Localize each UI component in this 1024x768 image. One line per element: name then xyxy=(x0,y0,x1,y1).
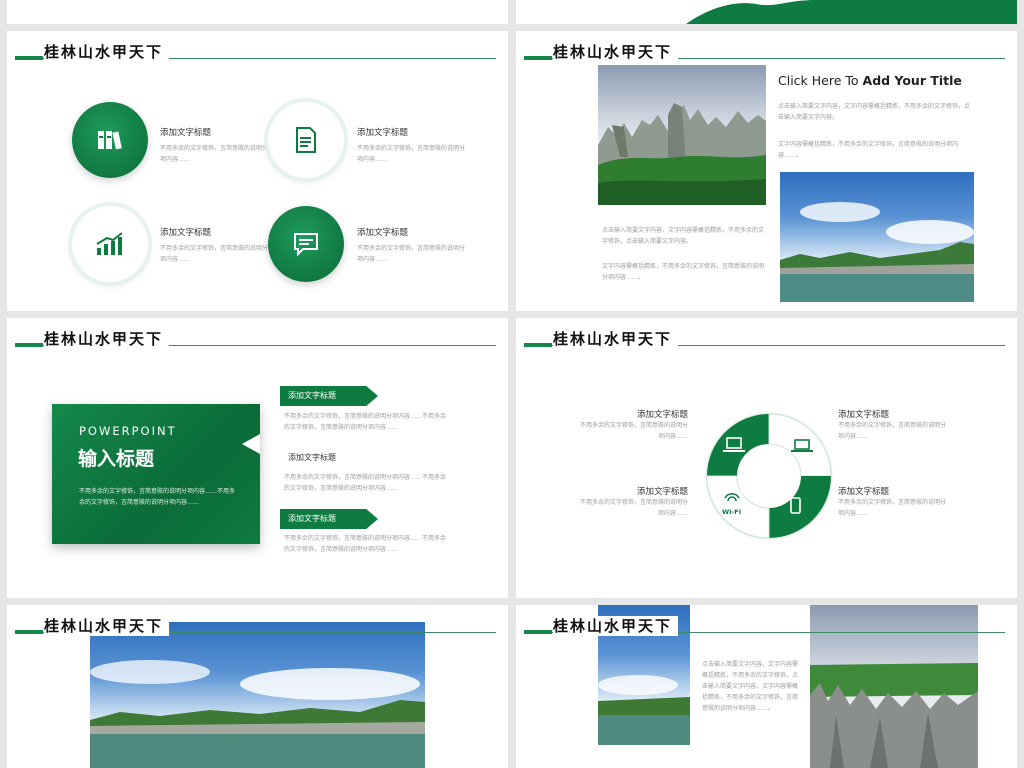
item-desc: 不用多余的文字修饰，言简意赅的说明分项内容…… xyxy=(160,245,269,263)
slide-title: 桂林山水甲天下 xyxy=(44,42,170,62)
slide-4-cycle[interactable]: 桂林山水甲天下 WI-FI 添加文字标题 不用多余的文字修饰，言简意赅的说明分项… xyxy=(516,318,1017,598)
lake-panorama-photo xyxy=(90,622,425,768)
slide2-para-left-1: 点击输入简要文字内容，文字内容需概括精炼，不用多余的文字修饰，点击输入简要文字内… xyxy=(602,227,765,245)
header-accent-bar xyxy=(524,343,552,347)
header-accent-bar xyxy=(15,630,43,634)
arrow-desc-2: 不用多余的文字修饰，言简意赅的说明分项内容……不用多余的文字修饰，言简意赅的说明… xyxy=(284,474,447,492)
document-icon xyxy=(296,127,316,153)
cycle-item-3: 添加文字标题 不用多余的文字修饰，言简意赅的说明分项内容…… xyxy=(578,485,688,519)
heading-bold: Add Your Title xyxy=(862,73,962,88)
slide-3-title-box[interactable]: 桂林山水甲天下 POWERPOINT 输入标题 不用多余的文字修饰，言简意赅的说… xyxy=(7,318,508,598)
item-desc: 不用多余的文字修饰，言简意赅的说明分项内容…… xyxy=(838,499,947,517)
arrow-label-1[interactable]: 添加文字标题 xyxy=(280,386,378,406)
slide-top-right-partial xyxy=(516,0,1017,24)
slide2-para-right-2: 文字内容需概括精炼，不用多余的文字修饰，言简意赅的说明分项内容……。 xyxy=(778,141,959,159)
green-wave-decoration xyxy=(686,0,1017,24)
heading-prefix: Click Here To xyxy=(778,73,863,88)
box-notch xyxy=(242,434,260,454)
slide-1-icons[interactable]: 桂林山水甲天下 添加文字标题 不用多余的文字修饰，言简意赅的说明分项内容…… 添… xyxy=(7,31,508,311)
arrow-label-2[interactable]: 添加文字标题 xyxy=(280,448,378,468)
cycle-diagram xyxy=(705,412,833,540)
karst-stone-photo xyxy=(810,605,978,768)
slide1-item-2: 添加文字标题 不用多余的文字修饰，言简意赅的说明分项内容…… xyxy=(357,126,467,165)
books-icon-circle xyxy=(72,102,148,178)
arrow-desc-1: 不用多余的文字修饰，言简意赅的说明分项内容……不用多余的文字修饰，言简意赅的说明… xyxy=(284,413,447,431)
document-icon-circle xyxy=(268,102,344,178)
slide2-para-right-1: 点击输入简要文字内容，文字内容需概括精炼，不用多余的文字修饰，点击输入简要文字内… xyxy=(778,103,971,121)
slide-top-left-partial xyxy=(7,0,508,24)
item-title: 添加文字标题 xyxy=(160,128,212,138)
arrow-desc-3: 不用多余的文字修饰，言简意赅的说明分项内容……不用多余的文字修饰，言简意赅的说明… xyxy=(284,535,447,553)
slide1-item-3: 添加文字标题 不用多余的文字修饰，言简意赅的说明分项内容…… xyxy=(160,226,270,265)
item-desc: 不用多余的文字修饰，言简意赅的说明分项内容…… xyxy=(579,499,688,517)
arrow-label-3[interactable]: 添加文字标题 xyxy=(280,509,378,529)
slide-5-panorama[interactable]: 桂林山水甲天下 xyxy=(7,605,508,768)
books-icon xyxy=(98,131,122,150)
header-accent-bar xyxy=(524,56,552,60)
lake-sky-photo xyxy=(780,172,974,302)
slide-title: 桂林山水甲天下 xyxy=(44,329,170,349)
slide-6-photos-text[interactable]: 点击输入简要文字内容，文字内容需概括精炼，不用多余的文字修饰，点击输入简要文字内… xyxy=(516,605,1017,768)
slide1-item-1: 添加文字标题 不用多余的文字修饰，言简意赅的说明分项内容…… xyxy=(160,126,270,165)
slide2-para-left-2: 文字内容需概括精炼，不用多余的文字修饰，言简意赅的说明分项内容……。 xyxy=(602,263,765,281)
slide6-para: 点击输入简要文字内容，文字内容需概括精炼，不用多余的文字修饰，点击输入简要文字内… xyxy=(702,661,799,712)
item-title: 添加文字标题 xyxy=(838,487,890,497)
item-title: 添加文字标题 xyxy=(160,228,212,238)
box-kicker: POWERPOINT xyxy=(79,424,177,438)
wifi-label: WI-FI xyxy=(722,508,742,516)
header-accent-bar xyxy=(15,56,43,60)
stone-forest-photo xyxy=(598,65,766,205)
box-desc: 不用多余的文字修饰，言简意赅的说明分项内容……不用多余的文字修饰，言简意赅的说明… xyxy=(79,488,236,506)
title-box: POWERPOINT 输入标题 不用多余的文字修饰，言简意赅的说明分项内容……不… xyxy=(52,404,260,544)
growth-chart-icon xyxy=(96,232,123,255)
item-title: 添加文字标题 xyxy=(838,410,890,420)
header-accent-bar xyxy=(15,343,43,347)
item-title: 添加文字标题 xyxy=(636,410,688,420)
cycle-item-1: 添加文字标题 不用多余的文字修饰，言简意赅的说明分项内容…… xyxy=(578,408,688,442)
chat-bubble-icon-circle xyxy=(268,206,344,282)
slide-title: 桂林山水甲天下 xyxy=(553,616,679,636)
item-title: 添加文字标题 xyxy=(357,128,409,138)
slide-title: 桂林山水甲天下 xyxy=(44,616,170,636)
item-desc: 不用多余的文字修饰，言简意赅的说明分项内容…… xyxy=(357,145,466,163)
growth-chart-icon-circle xyxy=(72,206,148,282)
slide-2-photos[interactable]: 桂林山水甲天下 Click Here To Add Your Title 点击输… xyxy=(516,31,1017,311)
item-desc: 不用多余的文字修饰，言简意赅的说明分项内容…… xyxy=(579,422,688,440)
cycle-item-4: 添加文字标题 不用多余的文字修饰，言简意赅的说明分项内容…… xyxy=(838,485,948,519)
item-title: 添加文字标题 xyxy=(357,228,409,238)
slide2-heading: Click Here To Add Your Title xyxy=(778,73,978,88)
item-desc: 不用多余的文字修饰，言简意赅的说明分项内容…… xyxy=(838,422,947,440)
chat-bubble-icon xyxy=(294,233,318,256)
box-title: 输入标题 xyxy=(78,448,155,470)
slide-title: 桂林山水甲天下 xyxy=(553,42,679,62)
item-desc: 不用多余的文字修饰，言简意赅的说明分项内容…… xyxy=(160,145,269,163)
slide1-item-4: 添加文字标题 不用多余的文字修饰，言简意赅的说明分项内容…… xyxy=(357,226,467,265)
cycle-item-2: 添加文字标题 不用多余的文字修饰，言简意赅的说明分项内容…… xyxy=(838,408,948,442)
header-accent-bar xyxy=(524,630,552,634)
item-title: 添加文字标题 xyxy=(636,487,688,497)
slide-title: 桂林山水甲天下 xyxy=(553,329,679,349)
item-desc: 不用多余的文字修饰，言简意赅的说明分项内容…… xyxy=(357,245,466,263)
